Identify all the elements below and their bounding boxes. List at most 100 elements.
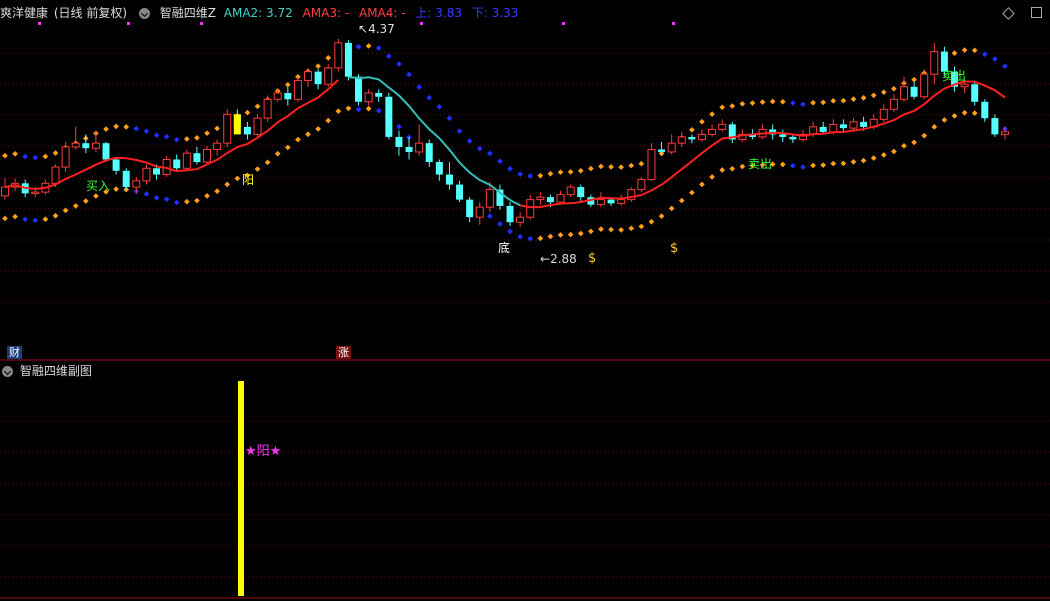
lower-dot-37 bbox=[375, 107, 382, 114]
candle-body-87 bbox=[879, 108, 888, 120]
upper-dot-25 bbox=[254, 103, 261, 110]
upper-dot-2 bbox=[22, 153, 29, 160]
ama4-value: AMA4: - bbox=[358, 6, 406, 20]
lower-dot-83 bbox=[840, 160, 847, 167]
upper-dot-43 bbox=[436, 103, 443, 110]
lower-dot-1 bbox=[12, 213, 18, 220]
candle-body-81 bbox=[819, 126, 827, 132]
candle-body-59 bbox=[596, 199, 605, 206]
candle-body-11 bbox=[112, 159, 120, 171]
upper-dot-3 bbox=[32, 154, 39, 161]
candle-body-92 bbox=[930, 51, 939, 75]
candle-body-95 bbox=[960, 83, 969, 88]
candle-body-31 bbox=[314, 71, 322, 85]
upper-dot-55 bbox=[557, 169, 564, 176]
upper-dot-69 bbox=[699, 118, 705, 125]
upper-dot-99 bbox=[1002, 63, 1008, 70]
candle-body-47 bbox=[475, 206, 484, 218]
zhang-badge[interactable]: 涨 bbox=[336, 346, 351, 359]
lower-dot-82 bbox=[830, 160, 837, 167]
top-marker-5 bbox=[672, 22, 675, 25]
lower-dot-73 bbox=[739, 163, 746, 170]
lower-dot-91 bbox=[921, 132, 928, 139]
ma-segment-1 bbox=[348, 76, 521, 207]
sub-indicator-menu-icon[interactable] bbox=[2, 366, 13, 377]
upper-dot-85 bbox=[860, 95, 867, 101]
ama2-value: AMA2: 3.72 bbox=[223, 6, 293, 20]
sell-label-mid: 卖出 bbox=[748, 157, 773, 171]
candle-body-51 bbox=[516, 216, 525, 223]
sub-indicator-name[interactable]: 智融四维副图 bbox=[20, 364, 92, 378]
lower-dot-60 bbox=[608, 226, 614, 233]
lower-dot-67 bbox=[678, 197, 685, 204]
cai-badge[interactable]: 财 bbox=[7, 346, 22, 359]
candle-body-66 bbox=[667, 142, 676, 153]
upper-dot-36 bbox=[365, 43, 372, 49]
top-marker-2 bbox=[200, 22, 203, 25]
sub-signal-bar bbox=[238, 381, 244, 596]
lower-value: 下: 3.33 bbox=[471, 6, 519, 20]
upper-dot-60 bbox=[608, 164, 614, 170]
candle-body-37 bbox=[375, 93, 383, 97]
candle-body-50 bbox=[506, 205, 514, 223]
lower-dot-85 bbox=[860, 157, 867, 164]
candle-body-82 bbox=[829, 123, 838, 133]
di-label: 底 bbox=[498, 241, 511, 255]
candle-body-46 bbox=[466, 199, 474, 218]
lower-dot-2 bbox=[22, 216, 29, 223]
lower-dot-15 bbox=[153, 195, 160, 201]
upper-dot-47 bbox=[476, 145, 483, 152]
candle-body-34 bbox=[344, 42, 352, 77]
candle-body-29 bbox=[293, 79, 302, 100]
upper-dot-79 bbox=[800, 101, 806, 108]
upper-dot-39 bbox=[396, 61, 402, 67]
ama3-value: AMA3: - bbox=[302, 6, 350, 20]
candle-body-78 bbox=[789, 136, 797, 140]
chart-mode[interactable]: (日线 前复权) bbox=[54, 6, 127, 20]
money-bag-icon-2[interactable]: $ bbox=[668, 242, 680, 255]
upper-dot-72 bbox=[729, 103, 736, 109]
lower-dot-18 bbox=[183, 198, 190, 205]
lower-dot-64 bbox=[648, 218, 655, 225]
candle-body-38 bbox=[385, 96, 393, 137]
sub-signal-label: ★阳★ bbox=[245, 444, 282, 459]
upper-dot-32 bbox=[325, 55, 332, 61]
lower-dot-33 bbox=[335, 108, 342, 115]
top-marker-0 bbox=[38, 22, 41, 25]
high-price-value: 4.37 bbox=[368, 22, 395, 36]
upper-dot-73 bbox=[739, 100, 746, 107]
lower-dot-81 bbox=[820, 162, 827, 168]
candle-body-52 bbox=[526, 199, 535, 218]
upper-dot-95 bbox=[961, 47, 968, 53]
indicator-menu-icon[interactable] bbox=[138, 8, 150, 19]
lower-dot-29 bbox=[295, 136, 301, 143]
candle-body-36 bbox=[364, 92, 373, 103]
lower-dot-14 bbox=[143, 191, 150, 197]
stock-name[interactable]: 爽洋健康 bbox=[0, 6, 48, 20]
candle-body-22 bbox=[223, 113, 232, 144]
maximize-icon[interactable] bbox=[1031, 7, 1042, 18]
indicator-name[interactable]: 智融四维Z bbox=[160, 6, 216, 20]
candle-body-91 bbox=[920, 73, 929, 98]
upper-dot-19 bbox=[194, 135, 200, 141]
lower-dot-0 bbox=[2, 215, 8, 222]
candle-body-63 bbox=[637, 179, 646, 191]
upper-value: 上: 3.83 bbox=[415, 6, 462, 20]
upper-dot-61 bbox=[618, 164, 624, 171]
candle-body-43 bbox=[435, 162, 443, 175]
candle-body-35 bbox=[355, 76, 363, 102]
candle-body-69 bbox=[697, 133, 706, 140]
lower-dot-48 bbox=[487, 213, 493, 219]
lower-dot-86 bbox=[870, 155, 877, 161]
upper-dot-44 bbox=[446, 115, 453, 122]
lower-dot-27 bbox=[274, 150, 281, 157]
money-bag-icon[interactable]: $ bbox=[586, 252, 598, 265]
upper-dot-90 bbox=[911, 76, 917, 83]
candle-body-68 bbox=[688, 136, 696, 140]
candle-body-6 bbox=[61, 146, 70, 168]
upper-dot-40 bbox=[406, 71, 412, 78]
lower-dot-26 bbox=[264, 159, 271, 166]
upper-dot-76 bbox=[769, 98, 776, 105]
diamond-icon[interactable] bbox=[1002, 7, 1016, 20]
lower-dot-55 bbox=[557, 232, 564, 238]
